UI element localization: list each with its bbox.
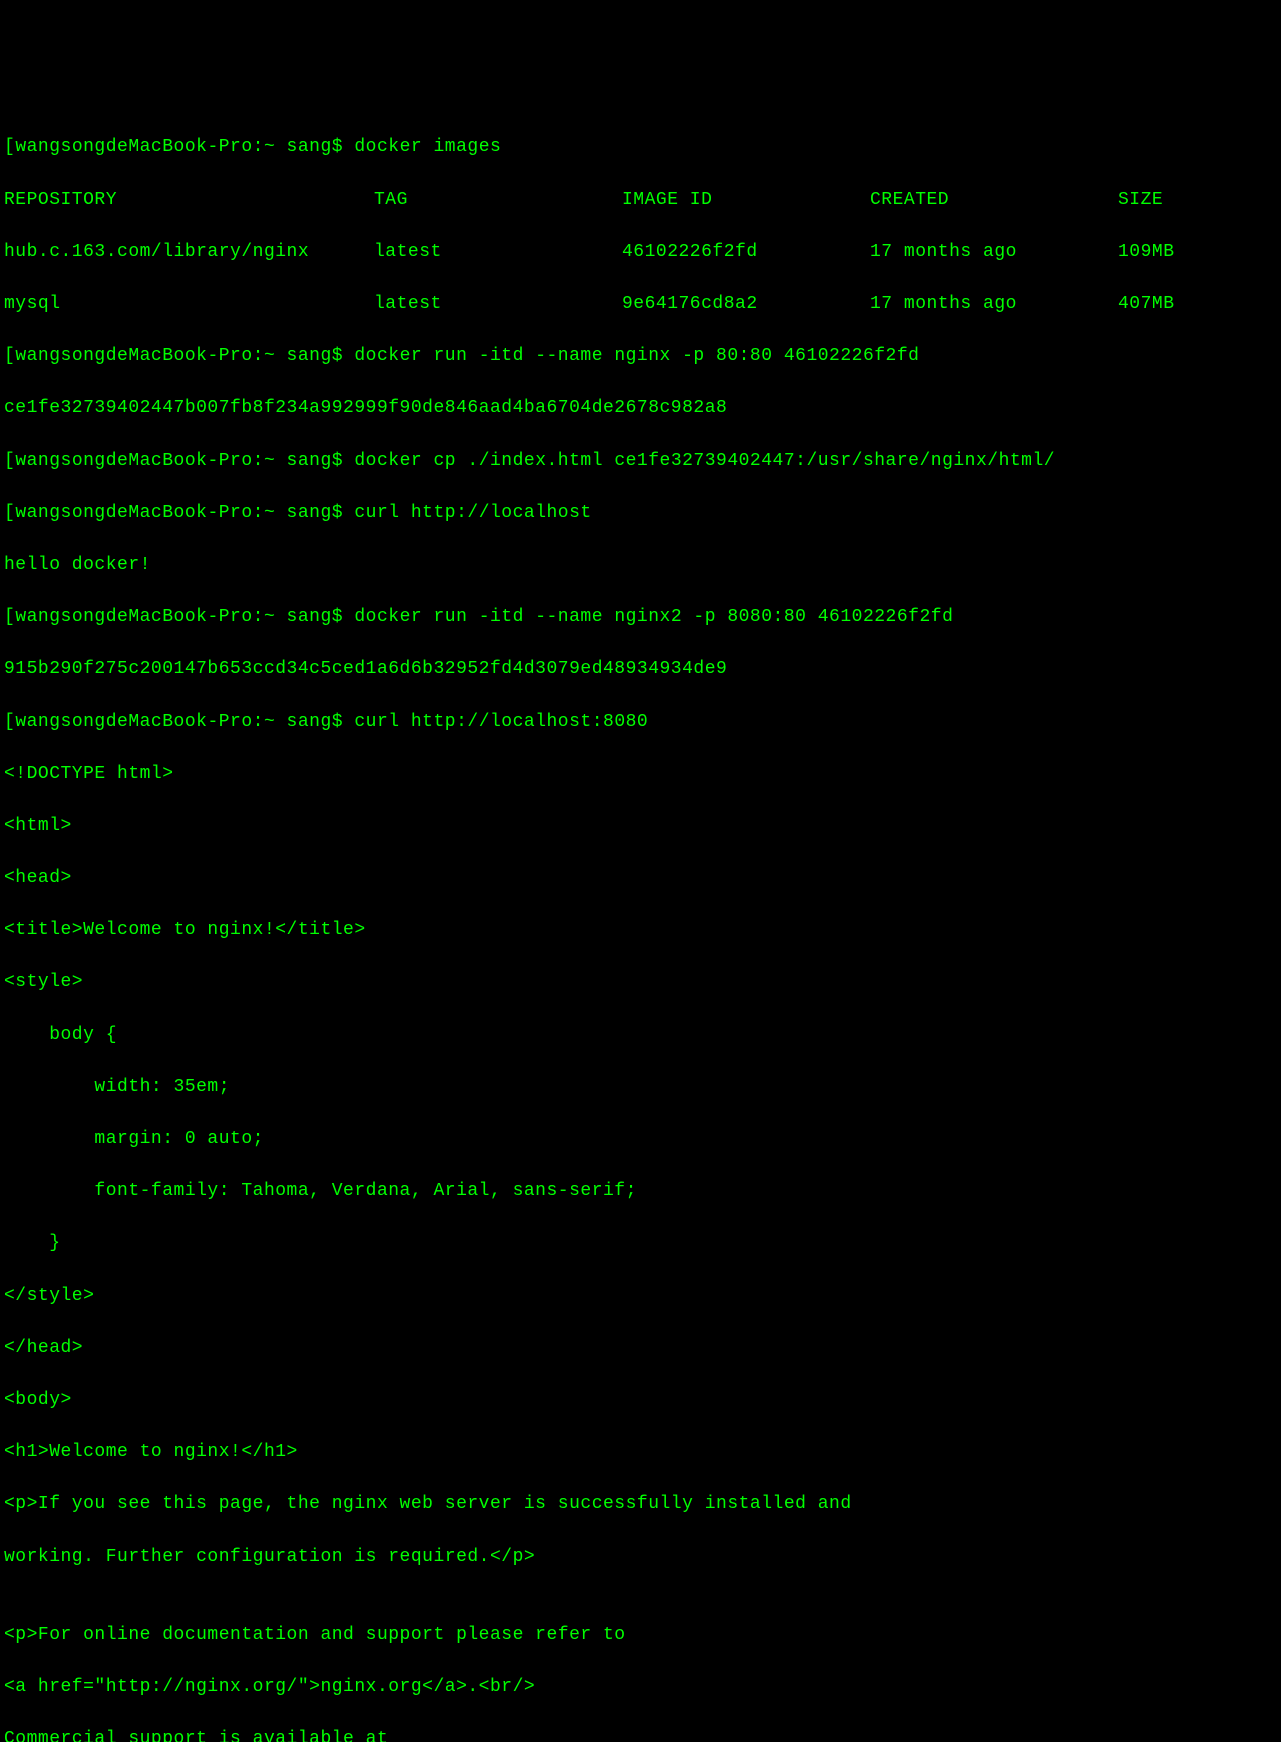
cell-size: 407MB xyxy=(1118,291,1175,317)
col-imageid: IMAGE ID xyxy=(622,187,870,213)
prompt-host: wangsongdeMacBook-Pro:~ sang$ xyxy=(15,503,354,523)
output-line: ce1fe32739402447b007fb8f234a992999f90de8… xyxy=(4,395,1277,421)
bracket: [ xyxy=(4,607,15,627)
prompt-host: wangsongdeMacBook-Pro:~ sang$ xyxy=(15,346,354,366)
cell-tag: latest xyxy=(374,291,622,317)
prompt-line: [wangsongdeMacBook-Pro:~ sang$ docker im… xyxy=(4,134,1277,160)
html-line: <style> xyxy=(4,969,1277,995)
bracket: [ xyxy=(4,346,15,366)
cell-repository: mysql xyxy=(4,291,374,317)
bracket: [ xyxy=(4,137,15,157)
command: docker run -itd --name nginx -p 80:80 46… xyxy=(354,346,919,366)
terminal-window[interactable]: [wangsongdeMacBook-Pro:~ sang$ docker im… xyxy=(4,108,1277,1742)
cell-imageid: 9e64176cd8a2 xyxy=(622,291,870,317)
cell-size: 109MB xyxy=(1118,239,1175,265)
bracket: [ xyxy=(4,503,15,523)
prompt-line: [wangsongdeMacBook-Pro:~ sang$ docker ru… xyxy=(4,343,1277,369)
html-line: <!DOCTYPE html> xyxy=(4,761,1277,787)
prompt-host: wangsongdeMacBook-Pro:~ sang$ xyxy=(15,137,354,157)
html-line: width: 35em; xyxy=(4,1074,1277,1100)
html-line: <p>If you see this page, the nginx web s… xyxy=(4,1491,1277,1517)
prompt-host: wangsongdeMacBook-Pro:~ sang$ xyxy=(15,607,354,627)
html-line: font-family: Tahoma, Verdana, Arial, san… xyxy=(4,1178,1277,1204)
command: docker images xyxy=(354,137,501,157)
bracket: [ xyxy=(4,451,15,471)
bracket: [ xyxy=(4,712,15,732)
html-line: <p>For online documentation and support … xyxy=(4,1622,1277,1648)
html-line: Commercial support is available at xyxy=(4,1726,1277,1742)
table-row: hub.c.163.com/library/nginxlatest4610222… xyxy=(4,239,1277,265)
prompt-line: [wangsongdeMacBook-Pro:~ sang$ curl http… xyxy=(4,709,1277,735)
html-line: <head> xyxy=(4,865,1277,891)
col-repository: REPOSITORY xyxy=(4,187,374,213)
cell-repository: hub.c.163.com/library/nginx xyxy=(4,239,374,265)
col-size: SIZE xyxy=(1118,187,1163,213)
cell-imageid: 46102226f2fd xyxy=(622,239,870,265)
html-line: working. Further configuration is requir… xyxy=(4,1544,1277,1570)
cell-created: 17 months ago xyxy=(870,239,1118,265)
html-line: } xyxy=(4,1230,1277,1256)
table-header: REPOSITORYTAGIMAGE IDCREATEDSIZE xyxy=(4,187,1277,213)
prompt-line: [wangsongdeMacBook-Pro:~ sang$ docker ru… xyxy=(4,604,1277,630)
html-line: </style> xyxy=(4,1283,1277,1309)
output-line: hello docker! xyxy=(4,552,1277,578)
command: curl http://localhost xyxy=(354,503,591,523)
html-line: <title>Welcome to nginx!</title> xyxy=(4,917,1277,943)
output-line: 915b290f275c200147b653ccd34c5ced1a6d6b32… xyxy=(4,656,1277,682)
command: curl http://localhost:8080 xyxy=(354,712,648,732)
html-line: <h1>Welcome to nginx!</h1> xyxy=(4,1439,1277,1465)
html-line: <html> xyxy=(4,813,1277,839)
html-line: </head> xyxy=(4,1335,1277,1361)
col-tag: TAG xyxy=(374,187,622,213)
cell-tag: latest xyxy=(374,239,622,265)
html-line: margin: 0 auto; xyxy=(4,1126,1277,1152)
html-line: body { xyxy=(4,1022,1277,1048)
col-created: CREATED xyxy=(870,187,1118,213)
html-line: <body> xyxy=(4,1387,1277,1413)
command: docker cp ./index.html ce1fe32739402447:… xyxy=(354,451,1055,471)
prompt-line: [wangsongdeMacBook-Pro:~ sang$ curl http… xyxy=(4,500,1277,526)
prompt-host: wangsongdeMacBook-Pro:~ sang$ xyxy=(15,451,354,471)
table-row: mysqllatest9e64176cd8a217 months ago407M… xyxy=(4,291,1277,317)
prompt-host: wangsongdeMacBook-Pro:~ sang$ xyxy=(15,712,354,732)
html-line: <a href="http://nginx.org/">nginx.org</a… xyxy=(4,1674,1277,1700)
command: docker run -itd --name nginx2 -p 8080:80… xyxy=(354,607,953,627)
cell-created: 17 months ago xyxy=(870,291,1118,317)
prompt-line: [wangsongdeMacBook-Pro:~ sang$ docker cp… xyxy=(4,448,1277,474)
